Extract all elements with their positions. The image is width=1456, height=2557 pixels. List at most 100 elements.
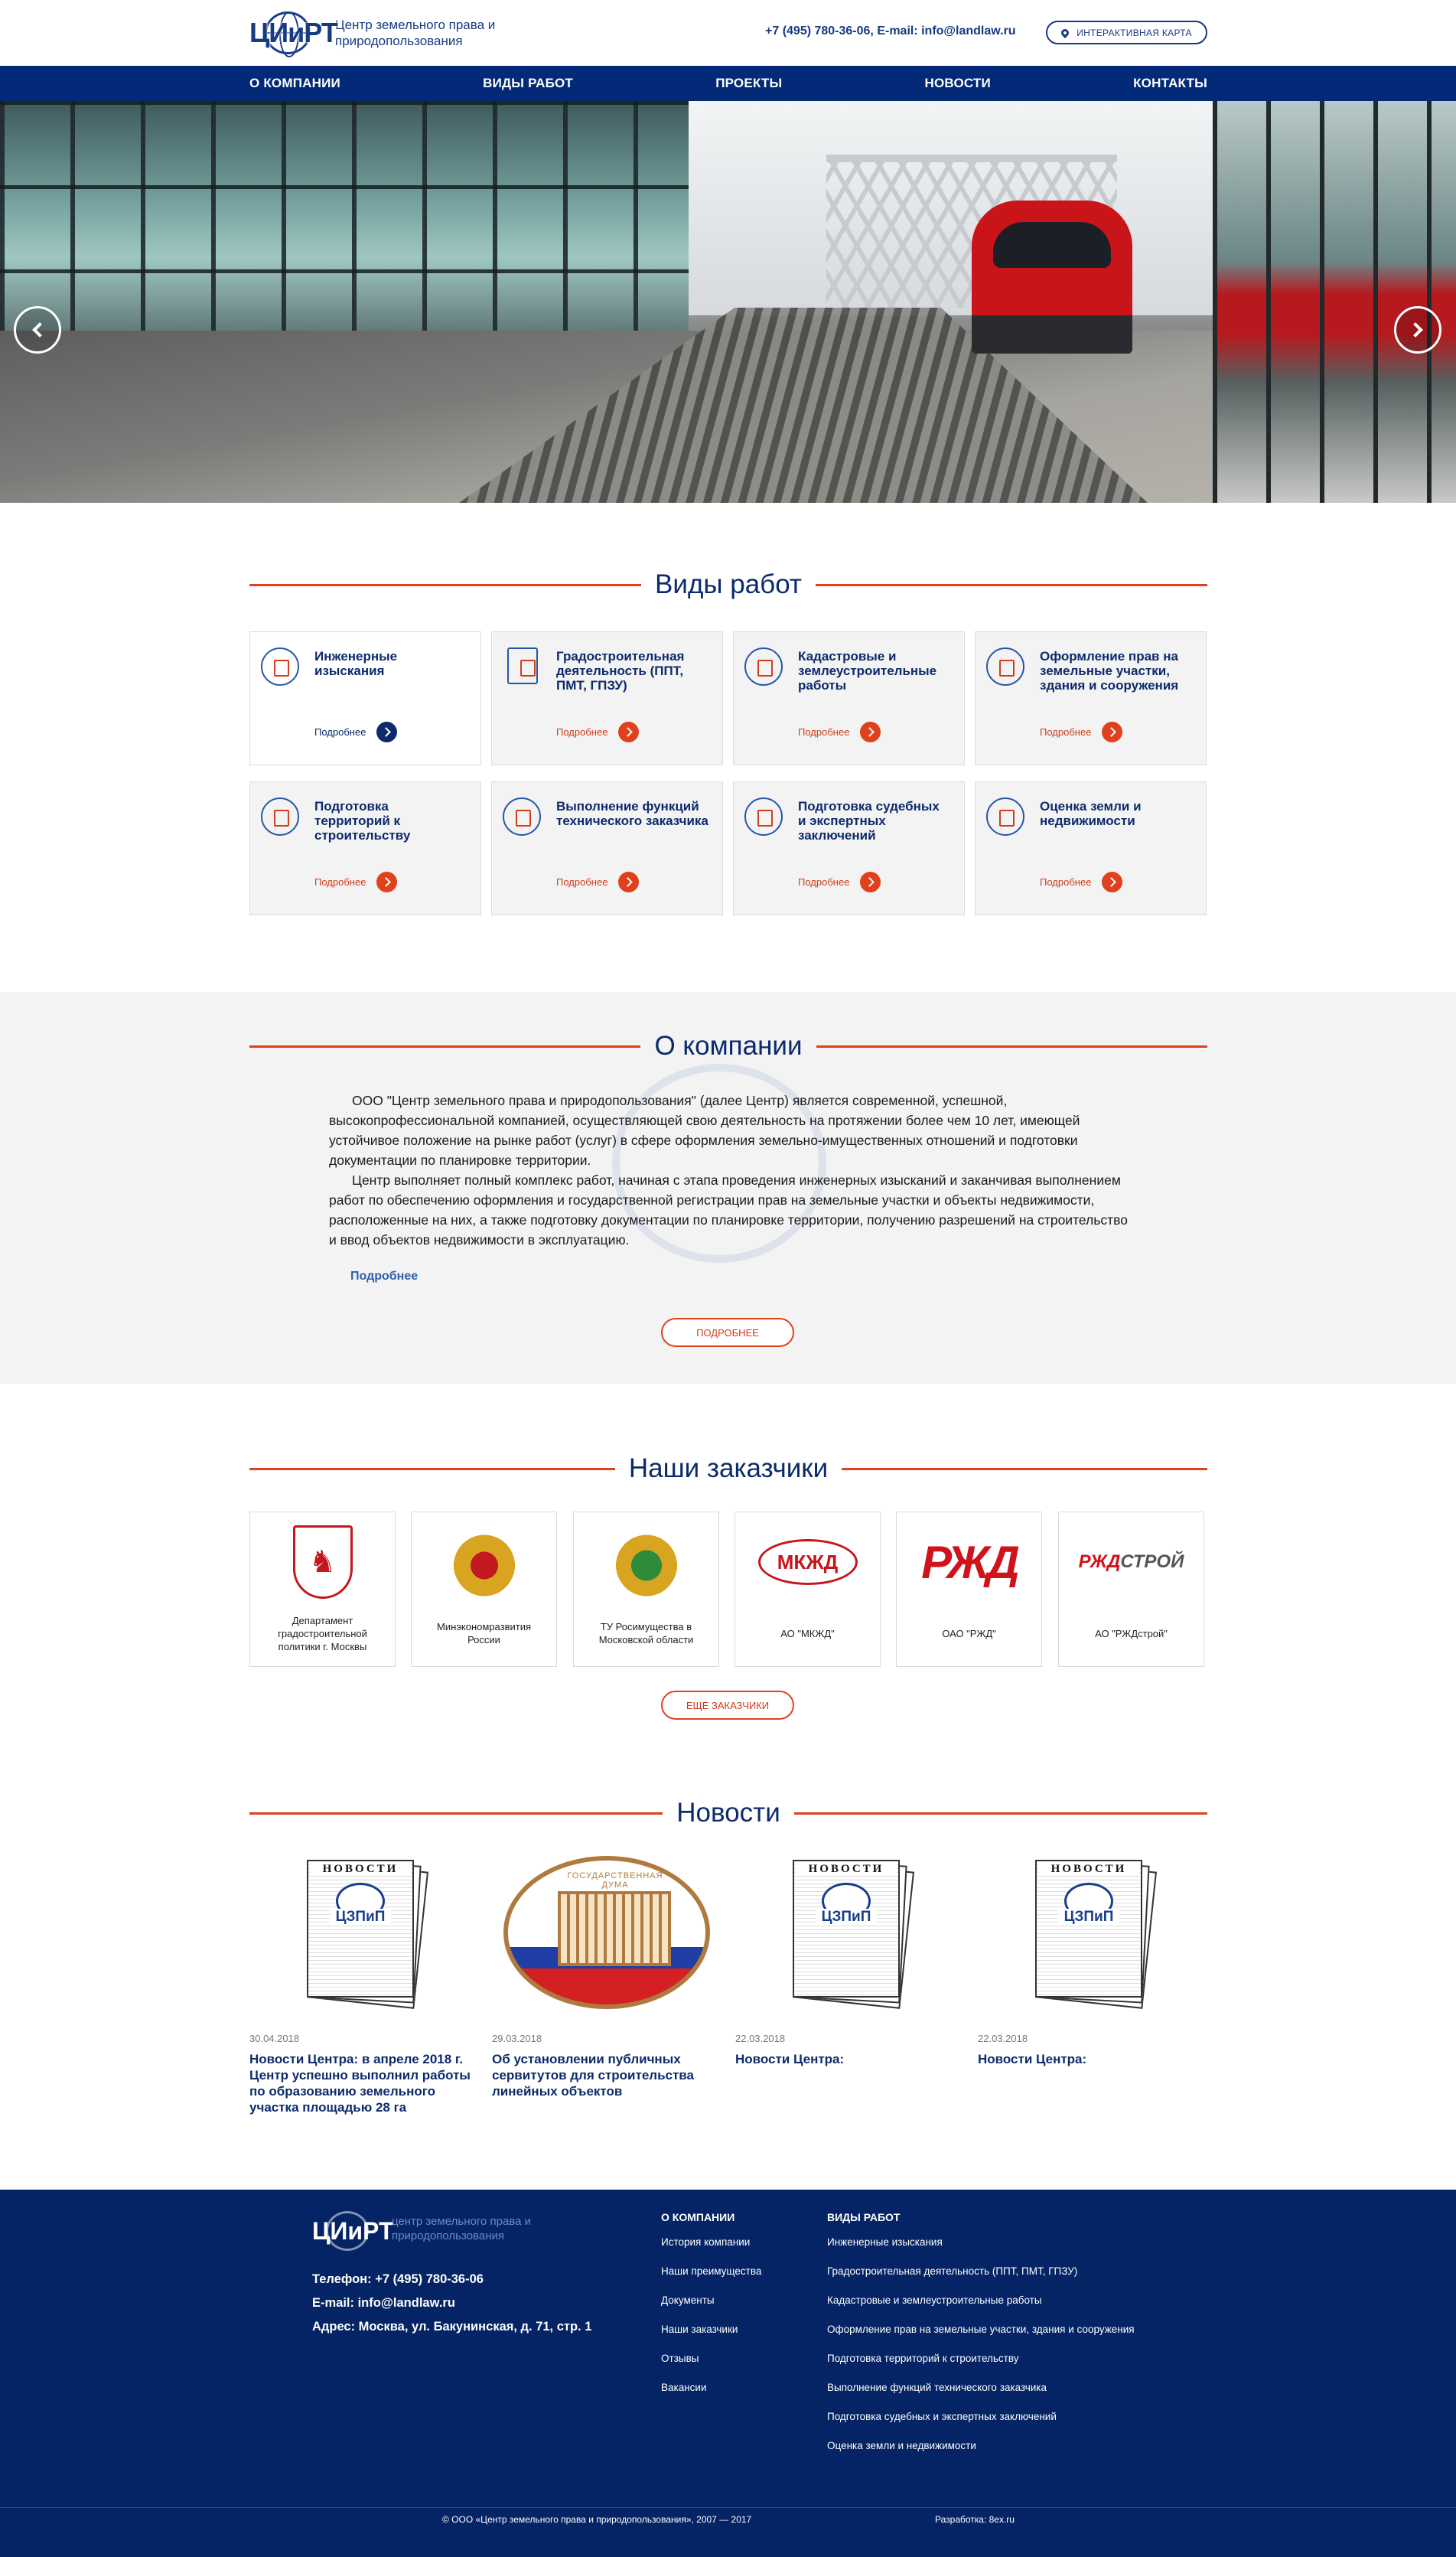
about-more-link[interactable]: Подробнее bbox=[350, 1270, 418, 1283]
arrow-right-icon[interactable] bbox=[376, 722, 398, 742]
client-card[interactable]: МКЖД АО "МКЖД" bbox=[735, 1512, 881, 1667]
news-image[interactable]: НОВОСТИ ЦЗПиП bbox=[249, 1852, 479, 2013]
footer-link[interactable]: Выполнение функций технического заказчик… bbox=[827, 2379, 1135, 2408]
service-more-link[interactable]: Подробнее bbox=[556, 722, 640, 742]
footer-contacts: Телефон: +7 (495) 780-36-06 E-mail: info… bbox=[312, 2268, 618, 2339]
client-card[interactable]: Минэкономразвития России bbox=[411, 1512, 557, 1667]
service-more-link[interactable]: Подробнее bbox=[1040, 722, 1123, 742]
service-card[interactable]: Выполнение функций технического заказчик… bbox=[491, 781, 723, 915]
service-more-link[interactable]: Подробнее bbox=[556, 872, 640, 892]
service-title: Оформление прав на земельные участки, зд… bbox=[1040, 649, 1179, 693]
news-headline[interactable]: Новости Центра: в апреле 2018 г. Центр у… bbox=[249, 2051, 471, 2115]
service-more-link[interactable]: Подробнее bbox=[314, 872, 398, 892]
about-paragraph: Центр выполняет полный комплекс работ, н… bbox=[329, 1173, 1128, 1248]
service-card[interactable]: Инженерные изыскания Подробнее bbox=[249, 631, 481, 765]
arrow-right-icon[interactable] bbox=[618, 872, 640, 892]
footer-link[interactable]: Подготовка судебных и экспертных заключе… bbox=[827, 2408, 1135, 2437]
expertise-icon bbox=[744, 797, 783, 836]
newspaper-icon: НОВОСТИ ЦЗПиП bbox=[1035, 1860, 1158, 2009]
footer-link[interactable]: Отзывы bbox=[661, 2350, 761, 2379]
arrow-right-icon[interactable] bbox=[1102, 722, 1123, 742]
client-card[interactable]: РЖДСТРОЙ АО "РЖДстрой" bbox=[1058, 1512, 1204, 1667]
news-item[interactable]: НОВОСТИ ЦЗПиП 30.04.2018 Новости Центра:… bbox=[249, 1852, 479, 2120]
services-section-title: Виды работ bbox=[249, 568, 1207, 602]
news-headline[interactable]: Об установлении публичных сервитутов для… bbox=[492, 2051, 714, 2099]
nav-item-news[interactable]: НОВОСТИ bbox=[924, 76, 990, 91]
footer-col-services: ВИДЫ РАБОТ Инженерные изыскания Градостр… bbox=[827, 2211, 1135, 2466]
service-card[interactable]: Оформление прав на земельные участки, зд… bbox=[975, 631, 1207, 765]
paper-head: НОВОСТИ bbox=[1038, 1863, 1139, 1876]
paper-head: НОВОСТИ bbox=[796, 1863, 897, 1876]
about-section-title: О компании bbox=[249, 1029, 1207, 1063]
news-headline[interactable]: Новости Центра: bbox=[978, 2051, 1200, 2067]
arrow-right-icon[interactable] bbox=[618, 722, 640, 742]
rzdstroy-logo: РЖДСТРОЙ bbox=[1079, 1551, 1184, 1573]
slider-prev-button[interactable] bbox=[14, 306, 61, 354]
news-image[interactable]: НОВОСТИ ЦЗПиП bbox=[735, 1852, 965, 2013]
footer-link[interactable]: Оформление прав на земельные участки, зд… bbox=[827, 2321, 1135, 2350]
news-date: 22.03.2018 bbox=[978, 2033, 1028, 2044]
service-title: Кадастровые и землеустроительные работы bbox=[798, 649, 937, 693]
service-card[interactable]: Оценка земли и недвижимости Подробнее bbox=[975, 781, 1207, 915]
nav-item-services[interactable]: ВИДЫ РАБОТ bbox=[483, 76, 573, 91]
client-card[interactable]: РЖД ОАО "РЖД" bbox=[896, 1512, 1042, 1667]
site-logo[interactable]: ЦИиРТ Центр земельного права и природопо… bbox=[249, 11, 526, 57]
nav-item-about[interactable]: О КОМПАНИИ bbox=[249, 76, 340, 91]
service-title: Инженерные изыскания bbox=[314, 649, 398, 678]
footer-developer-link[interactable]: Разработка: 8ex.ru bbox=[935, 2514, 1015, 2525]
arrow-right-icon[interactable] bbox=[860, 722, 881, 742]
footer-link[interactable]: Вакансии bbox=[661, 2379, 761, 2408]
footer-link[interactable]: Наши преимущества bbox=[661, 2262, 761, 2291]
service-more-link[interactable]: Подробнее bbox=[798, 872, 881, 892]
footer-col-head[interactable]: ВИДЫ РАБОТ bbox=[827, 2211, 1135, 2223]
clients-section-title: Наши заказчики bbox=[249, 1452, 1208, 1486]
service-card[interactable]: Градостроительная деятельность (ППТ, ПМТ… bbox=[491, 631, 723, 765]
footer-link[interactable]: Оценка земли и недвижимости bbox=[827, 2437, 1135, 2466]
arrow-right-icon[interactable] bbox=[860, 872, 881, 892]
interactive-map-button[interactable]: ИНТЕРАКТИВНАЯ КАРТА bbox=[1046, 21, 1207, 44]
news-image[interactable]: НОВОСТИ ЦЗПиП bbox=[978, 1852, 1207, 2013]
news-item[interactable]: НОВОСТИ ЦЗПиП 22.03.2018 Новости Центра: bbox=[735, 1852, 965, 2120]
footer-col-head[interactable]: О КОМПАНИИ bbox=[661, 2211, 761, 2223]
client-name: АО "РЖДстрой" bbox=[1095, 1627, 1168, 1639]
footer-logo[interactable]: ЦИиРТ bbox=[312, 2211, 394, 2252]
footer-link[interactable]: Документы bbox=[661, 2291, 761, 2321]
service-title: Подготовка территорий к строительству bbox=[314, 799, 411, 843]
nav-item-projects[interactable]: ПРОЕКТЫ bbox=[715, 76, 782, 91]
client-card[interactable]: ТУ Росимущества в Московской области bbox=[573, 1512, 719, 1667]
header-contacts[interactable]: +7 (495) 780-36-06, E-mail: info@landlaw… bbox=[765, 24, 1016, 38]
about-more-button[interactable]: ПОДРОБНЕЕ bbox=[661, 1318, 794, 1347]
news-headline[interactable]: Новости Центра: bbox=[735, 2051, 957, 2067]
title-line bbox=[249, 1812, 663, 1815]
service-more-link[interactable]: Подробнее bbox=[798, 722, 881, 742]
news-image[interactable]: ГОСУДАРСТВЕННАЯ ДУМА bbox=[492, 1852, 721, 2013]
about-text: ООО "Центр земельного права и природопол… bbox=[329, 1091, 1132, 1250]
service-title: Подготовка судебных и экспертных заключе… bbox=[798, 799, 940, 843]
footer-link[interactable]: Инженерные изыскания bbox=[827, 2233, 1135, 2262]
service-more-link[interactable]: Подробнее bbox=[314, 722, 398, 742]
service-card[interactable]: Подготовка территорий к строительству По… bbox=[249, 781, 481, 915]
more-clients-button[interactable]: ЕЩЕ ЗАКАЗЧИКИ bbox=[661, 1691, 794, 1720]
footer-link[interactable]: Наши заказчики bbox=[661, 2321, 761, 2350]
news-item[interactable]: ГОСУДАРСТВЕННАЯ ДУМА 29.03.2018 Об устан… bbox=[492, 1852, 721, 2120]
service-more-label: Подробнее bbox=[556, 726, 608, 738]
client-name: Департамент градостроительной политики г… bbox=[278, 1614, 367, 1652]
service-card[interactable]: Кадастровые и землеустроительные работы … bbox=[733, 631, 965, 765]
footer-link[interactable]: Градостроительная деятельность (ППТ, ПМТ… bbox=[827, 2262, 1135, 2291]
footer-email[interactable]: E-mail: info@landlaw.ru bbox=[312, 2291, 618, 2315]
arrow-right-icon[interactable] bbox=[1102, 872, 1123, 892]
footer-link[interactable]: История компании bbox=[661, 2233, 761, 2262]
client-card[interactable]: ♞ Департамент градостроительной политики… bbox=[249, 1512, 396, 1667]
service-card[interactable]: Подготовка судебных и экспертных заключе… bbox=[733, 781, 965, 915]
slider-next-button[interactable] bbox=[1394, 306, 1441, 354]
footer-phone[interactable]: Телефон: +7 (495) 780-36-06 bbox=[312, 2268, 618, 2291]
moscow-crest-icon: ♞ bbox=[292, 1525, 353, 1599]
service-title: Выполнение функций технического заказчик… bbox=[556, 799, 708, 828]
news-item[interactable]: НОВОСТИ ЦЗПиП 22.03.2018 Новости Центра: bbox=[978, 1852, 1207, 2120]
arrow-right-icon[interactable] bbox=[376, 872, 398, 892]
map-pin-icon bbox=[1060, 27, 1071, 38]
footer-link[interactable]: Подготовка территорий к строительству bbox=[827, 2350, 1135, 2379]
footer-link[interactable]: Кадастровые и землеустроительные работы bbox=[827, 2291, 1135, 2321]
nav-item-contacts[interactable]: КОНТАКТЫ bbox=[1133, 76, 1207, 91]
service-more-link[interactable]: Подробнее bbox=[1040, 872, 1123, 892]
